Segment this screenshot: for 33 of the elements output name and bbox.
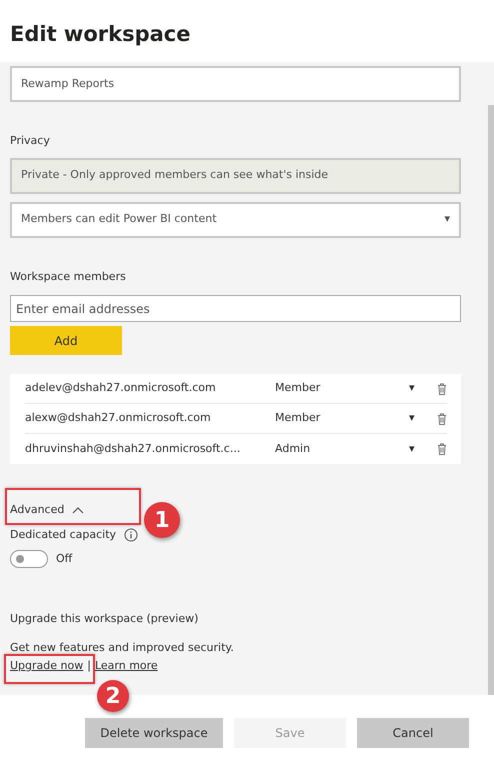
dialog-title: Edit workspace — [10, 22, 192, 48]
dedicated-capacity-label: Dedicated capacity — [10, 526, 116, 542]
member-email: adelev@dshah27.onmicrosoft.com — [25, 380, 217, 396]
email-field[interactable]: Enter email addresses — [10, 295, 461, 322]
learn-more-link[interactable]: Learn more — [94, 658, 158, 674]
scrollbar[interactable] — [488, 105, 494, 695]
member-role[interactable]: Member — [275, 380, 409, 397]
name-field[interactable]: Rewamp Reports — [10, 66, 461, 102]
trash-icon[interactable] — [437, 443, 447, 455]
trash-icon[interactable] — [437, 412, 447, 424]
advanced-toggle[interactable]: Advanced — [10, 502, 64, 518]
dialog-button[interactable]: Cancel — [357, 718, 469, 748]
caret-icon[interactable]: ▾ — [409, 380, 437, 397]
member-role[interactable]: Admin — [275, 440, 409, 458]
link-separator: | — [87, 658, 91, 674]
upgrade-title: Upgrade this workspace (preview) — [10, 611, 200, 627]
permission-select[interactable]: Members can edit Power BI content ▾ — [10, 202, 461, 238]
caret-icon[interactable]: ▾ — [409, 410, 437, 427]
upgrade-description: Get new features and improved security. — [10, 640, 235, 656]
add-button[interactable]: Add — [10, 326, 122, 355]
members-label: Workspace members — [10, 268, 127, 284]
info-icon[interactable] — [124, 528, 138, 542]
toggle-state: Off — [56, 550, 72, 567]
dialog-button[interactable]: Delete workspace — [85, 718, 223, 748]
privacy-label: Privacy — [10, 133, 51, 149]
trash-icon[interactable] — [437, 382, 447, 394]
member-role[interactable]: Member — [275, 410, 409, 427]
step-badge: 2 — [97, 680, 129, 712]
upgrade-link[interactable]: Upgrade now — [10, 658, 84, 674]
caret-icon[interactable]: ▾ — [409, 440, 437, 458]
member-email: alexw@dshah27.onmicrosoft.com — [25, 410, 212, 426]
toggle-switch[interactable] — [10, 550, 48, 568]
member-email: dhruvinshah@dshah27.onmicrosoft.c... — [25, 440, 242, 457]
